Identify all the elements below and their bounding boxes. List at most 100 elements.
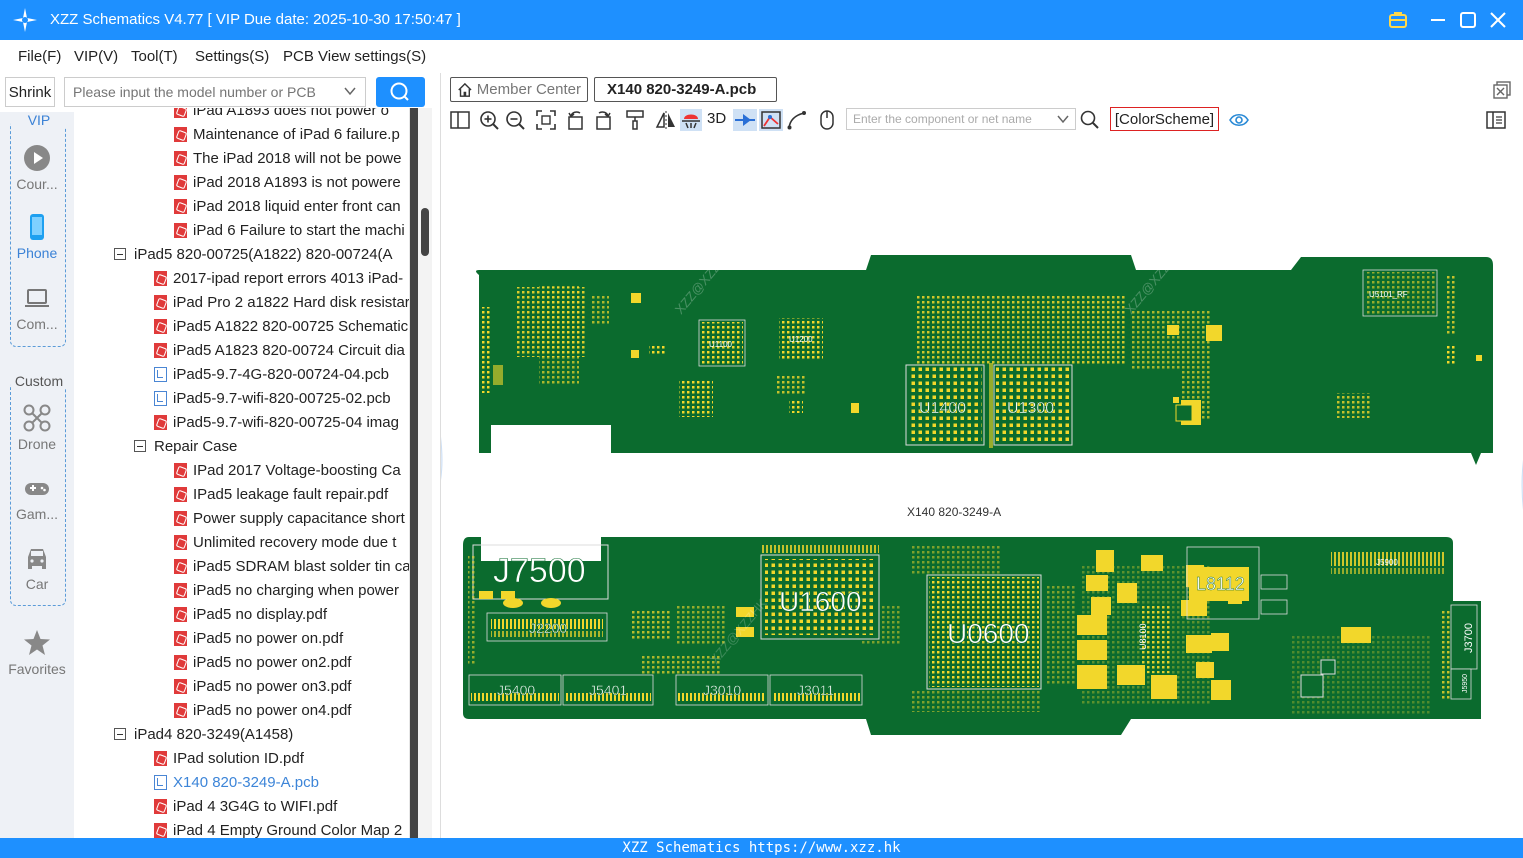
tree-file[interactable]: iPad5 SDRAM blast solder tin ca (174, 554, 409, 578)
tree-item-label: iPad5 A1823 820-00724 Circuit dia (173, 341, 405, 359)
chevron-down-icon[interactable] (1056, 112, 1070, 126)
chevron-down-icon[interactable] (343, 84, 357, 98)
tab-pcb-file[interactable]: X140 820-3249-A.pcb (594, 77, 777, 102)
search-button[interactable] (376, 77, 425, 107)
paint-brush-icon[interactable] (624, 109, 646, 131)
app-logo-icon (13, 8, 37, 32)
tree-file[interactable]: iPad5 no charging when power (174, 578, 399, 602)
briefcase-icon[interactable] (1386, 8, 1410, 32)
tree-file[interactable]: iPad 2018 A1893 is not powere (174, 170, 401, 194)
zoom-in-icon[interactable] (478, 109, 500, 131)
side-panel-icon[interactable] (1485, 109, 1507, 131)
tree-file[interactable]: iPad 2018 liquid enter front can (174, 194, 401, 218)
tree-folder[interactable]: Repair Case (134, 434, 237, 458)
rail-item-computer[interactable]: Com... (0, 284, 74, 332)
tree-folder[interactable]: iPad4 820-3249(A1458) (114, 722, 293, 746)
pdf-file-icon (154, 822, 167, 838)
tree-file[interactable]: iPad A1893 does not power o (174, 108, 389, 122)
svg-text:J5900: J5900 (1376, 558, 1398, 567)
rail-item-courses[interactable]: Cour... (0, 144, 74, 192)
color-scheme-button[interactable]: [ColorScheme] (1110, 107, 1219, 131)
tree-file[interactable]: Maintenance of iPad 6 failure.p (174, 122, 400, 146)
tree-item-label: iPad 6 Failure to start the machi (193, 221, 405, 239)
rail-item-phone[interactable]: Phone (0, 213, 74, 261)
pdf-file-icon (174, 174, 187, 190)
trace-icon[interactable] (786, 109, 808, 131)
model-search-box[interactable] (64, 77, 366, 107)
tree-file[interactable]: 2017-ipad report errors 4013 iPad- (154, 266, 403, 290)
collapse-toggle-icon[interactable] (134, 440, 146, 452)
tree-file[interactable]: iPad5 no power on2.pdf (174, 650, 351, 674)
pdf-file-icon (154, 318, 167, 334)
tree-file[interactable]: iPad 6 Failure to start the machi (174, 218, 405, 242)
highlight-net-icon[interactable] (680, 109, 702, 131)
tree-item-label: Unlimited recovery mode due t (193, 533, 397, 551)
rotate-right-icon[interactable] (592, 109, 614, 131)
tree-file[interactable]: iPad5-9.7-wifi-820-00725-02.pcb (154, 386, 391, 410)
tree-file[interactable]: Unlimited recovery mode due t (174, 530, 396, 554)
tree-scrollbar[interactable] (409, 108, 432, 838)
model-search-input[interactable] (65, 78, 335, 106)
rail-item-favorites[interactable]: Favorites (0, 629, 74, 677)
tree-file[interactable]: IPad 2017 Voltage-boosting Ca (174, 458, 401, 482)
rotate-left-icon[interactable] (565, 109, 587, 131)
scroll-track (410, 108, 418, 838)
tree-file[interactable]: iPad5-9.7-4G-820-00724-04.pcb (154, 362, 389, 386)
component-search-input[interactable]: Enter the component or net name (846, 108, 1076, 130)
tree-file[interactable]: iPad Pro 2 a1822 Hard disk resistar (154, 290, 409, 314)
menu-vip[interactable]: VIP(V) (74, 48, 118, 65)
tree-file[interactable]: IPad solution ID.pdf (154, 746, 304, 770)
tree-file[interactable]: iPad5 no power on3.pdf (174, 674, 351, 698)
pdf-file-icon (174, 150, 187, 166)
tree-file[interactable]: iPad5 no power on4.pdf (174, 698, 351, 722)
tree-item-label: IPad solution ID.pdf (173, 749, 304, 767)
rail-item-games[interactable]: Gam... (0, 474, 74, 522)
pcb-canvas[interactable]: U1400 U1300 U1100 U1200 U5101_RF XZZ@XZZ… (436, 135, 1523, 838)
net-view-icon[interactable] (759, 109, 783, 131)
collapse-toggle-icon[interactable] (114, 248, 126, 260)
menu-settings[interactable]: Settings(S) (195, 48, 269, 65)
tree-file[interactable]: X140 820-3249-A.pcb (154, 770, 319, 794)
svg-text:J3011: J3011 (797, 682, 834, 698)
pdf-file-icon (174, 534, 187, 550)
tree-file[interactable]: iPad5 no display.pdf (174, 602, 327, 626)
tree-file[interactable]: iPad5-9.7-wifi-820-00725-04 imag (154, 410, 399, 434)
close-icon[interactable] (1486, 8, 1510, 32)
tree-file[interactable]: iPad 4 3G4G to WIFI.pdf (154, 794, 337, 818)
mouse-icon[interactable] (816, 109, 838, 131)
menu-pcb-view-settings[interactable]: PCB View settings(S) (283, 48, 426, 65)
fit-screen-icon[interactable] (535, 109, 557, 131)
pin-select-icon[interactable] (733, 109, 757, 131)
tab-member-center[interactable]: Member Center (450, 77, 588, 102)
maximize-icon[interactable] (1456, 8, 1480, 32)
tree-file[interactable]: iPad5 no power on.pdf (174, 626, 343, 650)
collapse-toggle-icon[interactable] (114, 728, 126, 740)
eye-icon[interactable] (1228, 109, 1250, 131)
tree-item-label: iPad Pro 2 a1822 Hard disk resistar (173, 293, 409, 311)
search-icon[interactable] (1079, 109, 1101, 131)
tree-item-label: iPad5 SDRAM blast solder tin ca (193, 557, 409, 575)
minimize-icon[interactable] (1426, 8, 1450, 32)
tree-item-label: iPad5 820-00725(A1822) 820-00724(A (134, 245, 393, 263)
3d-view-button[interactable]: 3D (707, 110, 733, 132)
rail-item-drone[interactable]: Drone (0, 404, 74, 452)
scroll-thumb[interactable] (421, 208, 429, 256)
tree-file[interactable]: iPad5 A1822 820-00725 Schematic (154, 314, 408, 338)
close-tabs-icon[interactable] (1492, 80, 1512, 100)
tree-item-label: iPad5 no display.pdf (193, 605, 327, 623)
rail-item-car[interactable]: Car (0, 544, 74, 592)
tree-file[interactable]: The iPad 2018 will not be powe (174, 146, 401, 170)
menu-file[interactable]: File(F) (18, 48, 61, 65)
shrink-button[interactable]: Shrink (5, 77, 55, 107)
split-view-icon[interactable] (449, 109, 471, 131)
tree-item-label: iPad5 no power on3.pdf (193, 677, 352, 695)
tree-file[interactable]: IPad5 leakage fault repair.pdf (174, 482, 388, 506)
mirror-icon[interactable] (655, 109, 677, 131)
zoom-out-icon[interactable] (504, 109, 526, 131)
tree-file[interactable]: iPad5 A1823 820-00724 Circuit dia (154, 338, 405, 362)
tree-file[interactable]: iPad 4 Empty Ground Color Map 2 (154, 818, 402, 838)
tree-folder[interactable]: iPad5 820-00725(A1822) 820-00724(A (114, 242, 393, 266)
tree-file[interactable]: Power supply capacitance short (174, 506, 405, 530)
pcb-board-drawing[interactable]: U1400 U1300 U1100 U1200 U5101_RF XZZ@XZZ… (436, 135, 1523, 838)
menu-tool[interactable]: Tool(T) (131, 48, 178, 65)
